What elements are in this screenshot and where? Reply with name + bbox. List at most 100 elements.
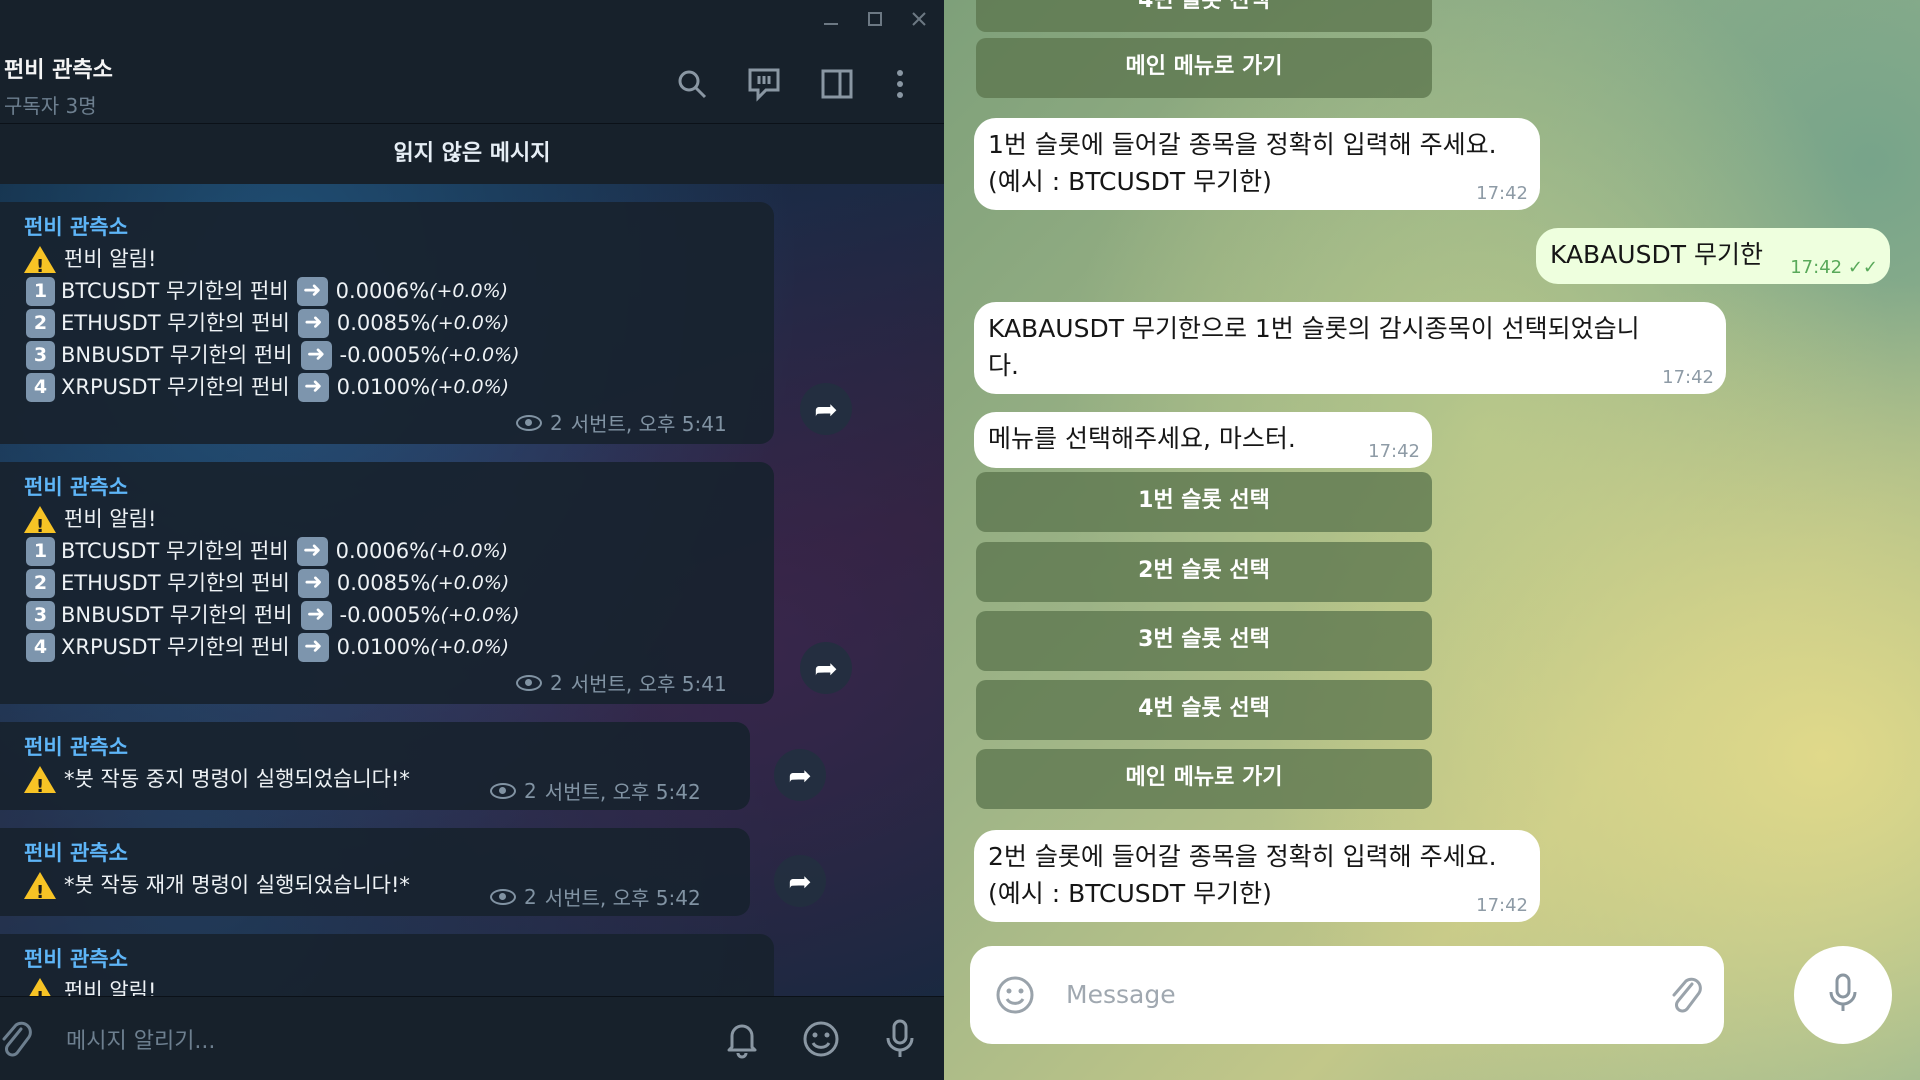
funding-value: 0.0006% (335, 279, 430, 303)
maximize-icon[interactable] (864, 8, 886, 30)
keyboard-button-slot-4[interactable]: 4번 슬롯 선택 (976, 680, 1432, 740)
number-3-icon: 3 (26, 340, 55, 370)
message-sender: 펀비 관측소 (24, 215, 128, 239)
right-arrow-icon: ➜ (297, 308, 329, 338)
channel-message[interactable]: 펀비 관측소 펀비 알림! 1BTCUSDT 무기한의 펀비➜0.0006%(+… (0, 202, 774, 444)
message-time: 17:42 (1368, 441, 1420, 462)
forward-button[interactable]: ➦ (800, 383, 852, 435)
forward-button[interactable]: ➦ (774, 855, 826, 907)
funding-row-label: XRPUSDT 무기한의 펀비 (61, 375, 290, 399)
channel-message[interactable]: 펀비 관측소 펀비 알림! 1BTCUSDT 무기한의 펀비➜0.0006%(+… (0, 462, 774, 704)
warning-icon (24, 871, 56, 909)
channel-message[interactable]: 펀비 관측소 *봇 작동 중지 명령이 실행되었습니다!* 2 서번트, 오후 … (0, 722, 750, 810)
number-2-icon: 2 (26, 568, 55, 598)
right-arrow-icon: ➜ (296, 276, 328, 306)
message-time: 17:42 (1476, 183, 1528, 204)
funding-value: 0.0100% (336, 635, 431, 659)
funding-row-label: XRPUSDT 무기한의 펀비 (61, 635, 290, 659)
message-input-bar: 메시지 알리기... (0, 996, 944, 1080)
funding-change: (+0.0%) (429, 540, 509, 562)
eye-icon (516, 414, 542, 431)
keyboard-button-main-menu[interactable]: 메인 메뉴로 가기 (976, 749, 1432, 809)
keyboard-button-main-menu[interactable]: 메인 메뉴로 가기 (976, 38, 1432, 98)
number-2-icon: 2 (26, 308, 55, 338)
keyboard-button-slot-3[interactable]: 3번 슬롯 선택 (976, 611, 1432, 671)
forward-button[interactable]: ➦ (800, 642, 852, 694)
message-time: 17:42 (1662, 367, 1714, 388)
message-meta: 2 서번트, 오후 5:42 (490, 776, 701, 805)
channel-message[interactable]: 펀비 관측소 *봇 작동 재개 명령이 실행되었습니다!* 2 서번트, 오후 … (0, 828, 750, 916)
funding-change: (+0.0%) (430, 636, 510, 658)
view-count: 2 (550, 410, 563, 435)
warning-icon (24, 505, 56, 543)
search-icon[interactable] (674, 66, 710, 102)
number-4-icon: 4 (26, 372, 55, 402)
message-meta: 2 서번트, 오후 5:42 (490, 882, 701, 911)
emoji-icon[interactable] (994, 974, 1036, 1020)
funding-row-label: BTCUSDT 무기한의 펀비 (61, 279, 289, 303)
message-time: 서번트, 오후 5:42 (544, 780, 701, 804)
funding-value: -0.0005% (339, 343, 441, 367)
microphone-icon[interactable] (880, 1017, 920, 1061)
message-text: 메뉴를 선택해주세요, 마스터. (988, 424, 1296, 453)
unread-messages-banner: 읽지 않은 메시지 (0, 124, 944, 184)
close-icon[interactable] (908, 8, 930, 30)
warning-icon (24, 765, 56, 803)
discussion-icon[interactable] (746, 66, 782, 102)
bell-icon[interactable] (722, 1017, 762, 1061)
message-composer[interactable]: Message (970, 946, 1724, 1044)
funding-change: (+0.0%) (430, 572, 510, 594)
eye-icon (490, 782, 516, 799)
incoming-message: 1번 슬롯에 들어갈 종목을 정확히 입력해 주세요. (예시 : BTCUSD… (974, 118, 1540, 210)
message-sender: 펀비 관측소 (24, 841, 128, 865)
right-arrow-icon: ➜ (300, 600, 332, 630)
funding-row-label: BNBUSDT 무기한의 펀비 (61, 603, 293, 627)
funding-change: (+0.0%) (440, 604, 520, 626)
warning-icon (24, 245, 56, 283)
message-input[interactable]: 메시지 알리기... (66, 1023, 215, 1055)
incoming-message: 메뉴를 선택해주세요, 마스터. 17:42 (974, 412, 1432, 468)
message-text: 1번 슬롯에 들어갈 종목을 정확히 입력해 주세요. (988, 130, 1497, 159)
attach-icon[interactable] (1668, 974, 1704, 1020)
message-time: 17:42 (1790, 257, 1843, 278)
funding-row-label: BTCUSDT 무기한의 펀비 (61, 539, 289, 563)
attach-icon[interactable] (0, 1017, 36, 1061)
sidebar-toggle-icon[interactable] (819, 66, 855, 102)
message-text: *봇 작동 재개 명령이 실행되었습니다!* (64, 873, 410, 897)
emoji-icon[interactable] (801, 1017, 841, 1061)
message-text: 2번 슬롯에 들어갈 종목을 정확히 입력해 주세요. (988, 842, 1497, 871)
funding-value: 0.0006% (335, 539, 430, 563)
message-input[interactable]: Message (1066, 980, 1176, 1009)
channel-title: 펀비 관측소 (4, 58, 113, 83)
funding-change: (+0.0%) (430, 312, 510, 334)
funding-value: 0.0100% (336, 375, 431, 399)
right-arrow-icon: ➜ (297, 568, 329, 598)
funding-change: (+0.0%) (429, 280, 509, 302)
forward-button[interactable]: ➦ (774, 749, 826, 801)
message-text: (예시 : BTCUSDT 무기한) (988, 167, 1272, 196)
message-text: KABAUSDT 무기한으로 1번 슬롯의 감시종목이 선택되었습니 (988, 314, 1640, 343)
message-header: 펀비 알림! (64, 507, 157, 531)
incoming-message: 2번 슬롯에 들어갈 종목을 정확히 입력해 주세요. (예시 : BTCUSD… (974, 830, 1540, 922)
keyboard-button-slot-4[interactable]: 4번 슬롯 선택 (976, 0, 1432, 32)
message-time: 17:42 (1476, 895, 1528, 916)
minimize-icon[interactable] (820, 8, 842, 30)
more-menu-icon[interactable] (882, 66, 918, 102)
right-arrow-icon: ➜ (297, 372, 329, 402)
keyboard-button-slot-1[interactable]: 1번 슬롯 선택 (976, 472, 1432, 532)
right-arrow-icon: ➜ (300, 340, 332, 370)
message-header: 펀비 알림! (64, 247, 157, 271)
window-titlebar (0, 0, 944, 38)
message-sender: 펀비 관측소 (24, 475, 128, 499)
message-meta: 2 서번트, 오후 5:41 (516, 408, 727, 437)
channel-subscriber-count: 구독자 3명 (4, 94, 97, 118)
channel-header[interactable]: 펀비 관측소 구독자 3명 (0, 38, 944, 124)
funding-value: 0.0085% (336, 571, 431, 595)
message-time-status: 17:42 ✓✓ (1790, 258, 1878, 278)
keyboard-button-slot-2[interactable]: 2번 슬롯 선택 (976, 542, 1432, 602)
right-arrow-icon: ➜ (296, 536, 328, 566)
incoming-message: KABAUSDT 무기한으로 1번 슬롯의 감시종목이 선택되었습니 다. 17… (974, 302, 1726, 394)
voice-record-button[interactable] (1794, 946, 1892, 1044)
channel-window: 펀비 관측소 구독자 3명 읽지 않은 메시지 펀비 관측소 펀비 알림! 1B… (0, 0, 944, 1080)
right-arrow-icon: ➜ (297, 632, 329, 662)
